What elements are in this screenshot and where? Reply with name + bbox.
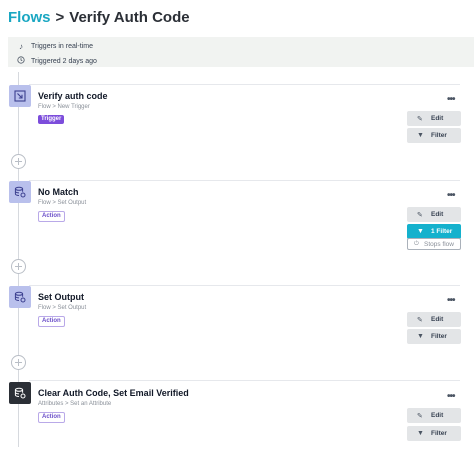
last-triggered-row: Triggered 2 days ago bbox=[16, 56, 474, 66]
power-icon: ⏻ bbox=[414, 240, 419, 247]
trigger-mode-row: ♪ Triggers in real-time bbox=[16, 41, 474, 51]
filter-button-label: Filter bbox=[431, 132, 447, 139]
filter-button[interactable]: ▼ Filter bbox=[407, 329, 461, 344]
page-title: Verify Auth Code bbox=[69, 8, 190, 26]
database-action-icon bbox=[9, 382, 31, 404]
step-path: Flow > New Trigger bbox=[38, 104, 90, 110]
filter-button[interactable]: ▼ Filter bbox=[407, 128, 461, 143]
database-action-icon bbox=[9, 286, 31, 308]
step-title[interactable]: Verify auth code bbox=[38, 91, 108, 101]
edit-button-label: Edit bbox=[431, 316, 444, 323]
trigger-mode-text: Triggers in real-time bbox=[31, 42, 93, 50]
stops-flow-indicator[interactable]: ⏻ Stops flow bbox=[407, 238, 461, 250]
step-divider bbox=[29, 180, 460, 181]
step-type-badge: Action bbox=[38, 316, 65, 327]
step-divider bbox=[29, 285, 460, 286]
step-divider bbox=[29, 380, 460, 381]
step-path: Attributes > Set an Attribute bbox=[38, 401, 112, 407]
funnel-icon: ▼ bbox=[417, 430, 424, 437]
filter-button[interactable]: ▼ Filter bbox=[407, 426, 461, 441]
database-action-icon bbox=[9, 181, 31, 203]
step-type-badge: Action bbox=[38, 412, 65, 423]
edit-button[interactable]: ✎ Edit bbox=[407, 408, 461, 423]
add-step-button[interactable] bbox=[11, 355, 26, 370]
edit-button-label: Edit bbox=[431, 115, 444, 122]
filter-button-active[interactable]: ▼ 1 Filter bbox=[407, 224, 461, 239]
add-step-button[interactable] bbox=[11, 154, 26, 169]
music-note-icon: ♪ bbox=[19, 41, 23, 51]
filter-button-label: Filter bbox=[431, 333, 447, 340]
step-path: Flow > Set Output bbox=[38, 200, 87, 206]
edit-button-label: Edit bbox=[431, 211, 444, 218]
more-options-icon[interactable]: ••• bbox=[447, 190, 455, 201]
more-options-icon[interactable]: ••• bbox=[447, 94, 455, 105]
breadcrumb-flows-link[interactable]: Flows bbox=[8, 9, 51, 26]
step-title[interactable]: Clear Auth Code, Set Email Verified bbox=[38, 388, 189, 398]
clock-icon bbox=[16, 56, 26, 66]
pencil-icon: ✎ bbox=[417, 115, 423, 123]
more-options-icon[interactable]: ••• bbox=[447, 295, 455, 306]
arrow-in-box-icon bbox=[9, 85, 31, 107]
trigger-info-panel: ♪ Triggers in real-time Triggered 2 days… bbox=[8, 37, 474, 67]
step-type-badge: Trigger bbox=[38, 115, 65, 124]
last-triggered-text: Triggered 2 days ago bbox=[31, 57, 97, 65]
funnel-icon: ▼ bbox=[417, 333, 424, 340]
stops-flow-label: Stops flow bbox=[424, 240, 454, 248]
breadcrumb: Flows > Verify Auth Code bbox=[8, 6, 190, 28]
pencil-icon: ✎ bbox=[417, 316, 423, 324]
edit-button[interactable]: ✎ Edit bbox=[407, 207, 461, 222]
filter-button-label: Filter bbox=[431, 430, 447, 437]
more-options-icon[interactable]: ••• bbox=[447, 391, 455, 402]
pencil-icon: ✎ bbox=[417, 412, 423, 420]
step-path: Flow > Set Output bbox=[38, 305, 87, 311]
funnel-icon: ▼ bbox=[417, 228, 424, 235]
filter-button-label: 1 Filter bbox=[431, 228, 453, 235]
add-step-button[interactable] bbox=[11, 259, 26, 274]
step-title[interactable]: No Match bbox=[38, 187, 79, 197]
step-divider bbox=[29, 84, 460, 85]
pencil-icon: ✎ bbox=[417, 211, 423, 219]
edit-button[interactable]: ✎ Edit bbox=[407, 111, 461, 126]
funnel-icon: ▼ bbox=[417, 132, 424, 139]
step-type-badge: Action bbox=[38, 211, 65, 222]
step-title[interactable]: Set Output bbox=[38, 292, 84, 302]
edit-button[interactable]: ✎ Edit bbox=[407, 312, 461, 327]
edit-button-label: Edit bbox=[431, 412, 444, 419]
breadcrumb-separator: > bbox=[55, 8, 65, 26]
